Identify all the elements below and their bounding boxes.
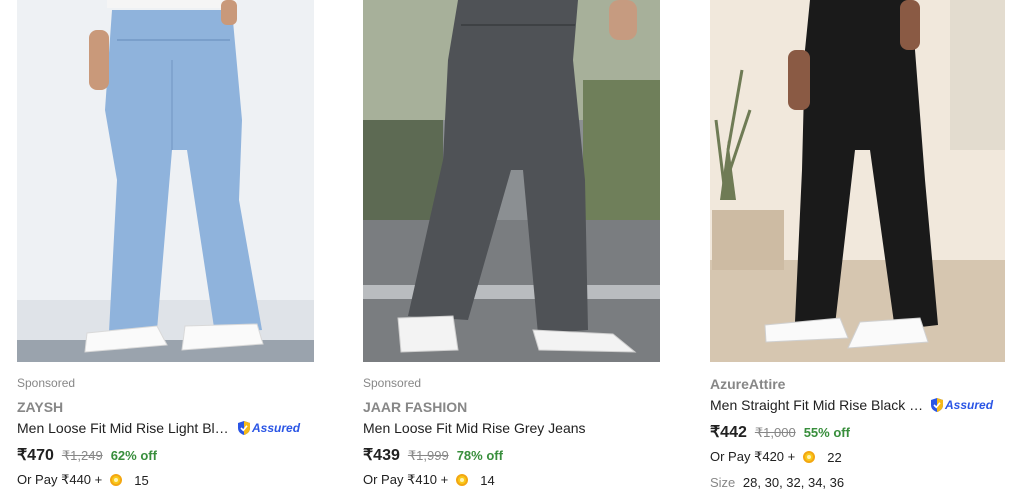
size-label: Size <box>710 475 736 489</box>
assured-badge: Assured <box>237 420 300 436</box>
brand-name: JAAR FASHION <box>363 399 468 415</box>
discount-percent: 55% off <box>803 425 850 440</box>
pay-with-coins-text: Or Pay ₹440 + <box>17 472 103 487</box>
coin-count: 15 <box>134 472 149 488</box>
assured-label: Assured <box>945 397 994 412</box>
coin-count: 14 <box>480 472 495 488</box>
black-jeans-photo <box>710 0 1005 362</box>
selling-price: ₹439 <box>363 447 400 464</box>
product-title[interactable]: Men Loose Fit Mid Rise Grey Jeans <box>363 419 586 437</box>
product-title[interactable]: Men Straight Fit Mid Rise Black Jeans <box>710 396 928 414</box>
product-card[interactable]: Sponsored JAAR FASHION Men Loose Fit Mid… <box>363 0 660 488</box>
brand-name: AzureAttire <box>710 376 786 392</box>
grey-jeans-photo <box>363 0 660 362</box>
shield-icon <box>238 420 250 435</box>
original-price: ₹1,999 <box>407 448 449 463</box>
pay-with-coins-text: Or Pay ₹420 + <box>710 449 796 464</box>
product-image[interactable] <box>710 0 1005 362</box>
brand-name: ZAYSH <box>17 399 64 415</box>
available-sizes: Size 28, 30, 32, 34, 36 <box>710 475 1005 489</box>
sponsored-label: Sponsored <box>363 376 422 390</box>
discount-percent: 62% off <box>110 448 157 463</box>
size-values: 28, 30, 32, 34, 36 <box>742 475 845 489</box>
product-image[interactable] <box>363 0 660 362</box>
assured-label: Assured <box>252 420 301 435</box>
discount-percent: 78% off <box>456 448 503 463</box>
sponsored-label: Sponsored <box>17 376 76 390</box>
supercoin-icon <box>803 451 816 463</box>
product-image[interactable] <box>17 0 314 362</box>
supercoin-icon <box>110 474 123 486</box>
product-title[interactable]: Men Loose Fit Mid Rise Light Blue Jeans <box>17 419 235 437</box>
product-card[interactable]: AzureAttire Men Straight Fit Mid Rise Bl… <box>710 0 1005 489</box>
selling-price: ₹470 <box>17 447 54 464</box>
selling-price: ₹442 <box>710 424 747 441</box>
assured-badge: Assured <box>930 397 993 413</box>
shield-icon <box>931 397 943 412</box>
pay-with-coins-text: Or Pay ₹410 + <box>363 472 449 487</box>
product-card[interactable]: Sponsored ZAYSH Men Loose Fit Mid Rise L… <box>17 0 314 488</box>
original-price: ₹1,249 <box>61 448 103 463</box>
coin-count: 22 <box>827 449 842 465</box>
light-blue-jeans-photo <box>17 0 314 362</box>
supercoin-icon <box>456 474 469 486</box>
original-price: ₹1,000 <box>754 425 796 440</box>
